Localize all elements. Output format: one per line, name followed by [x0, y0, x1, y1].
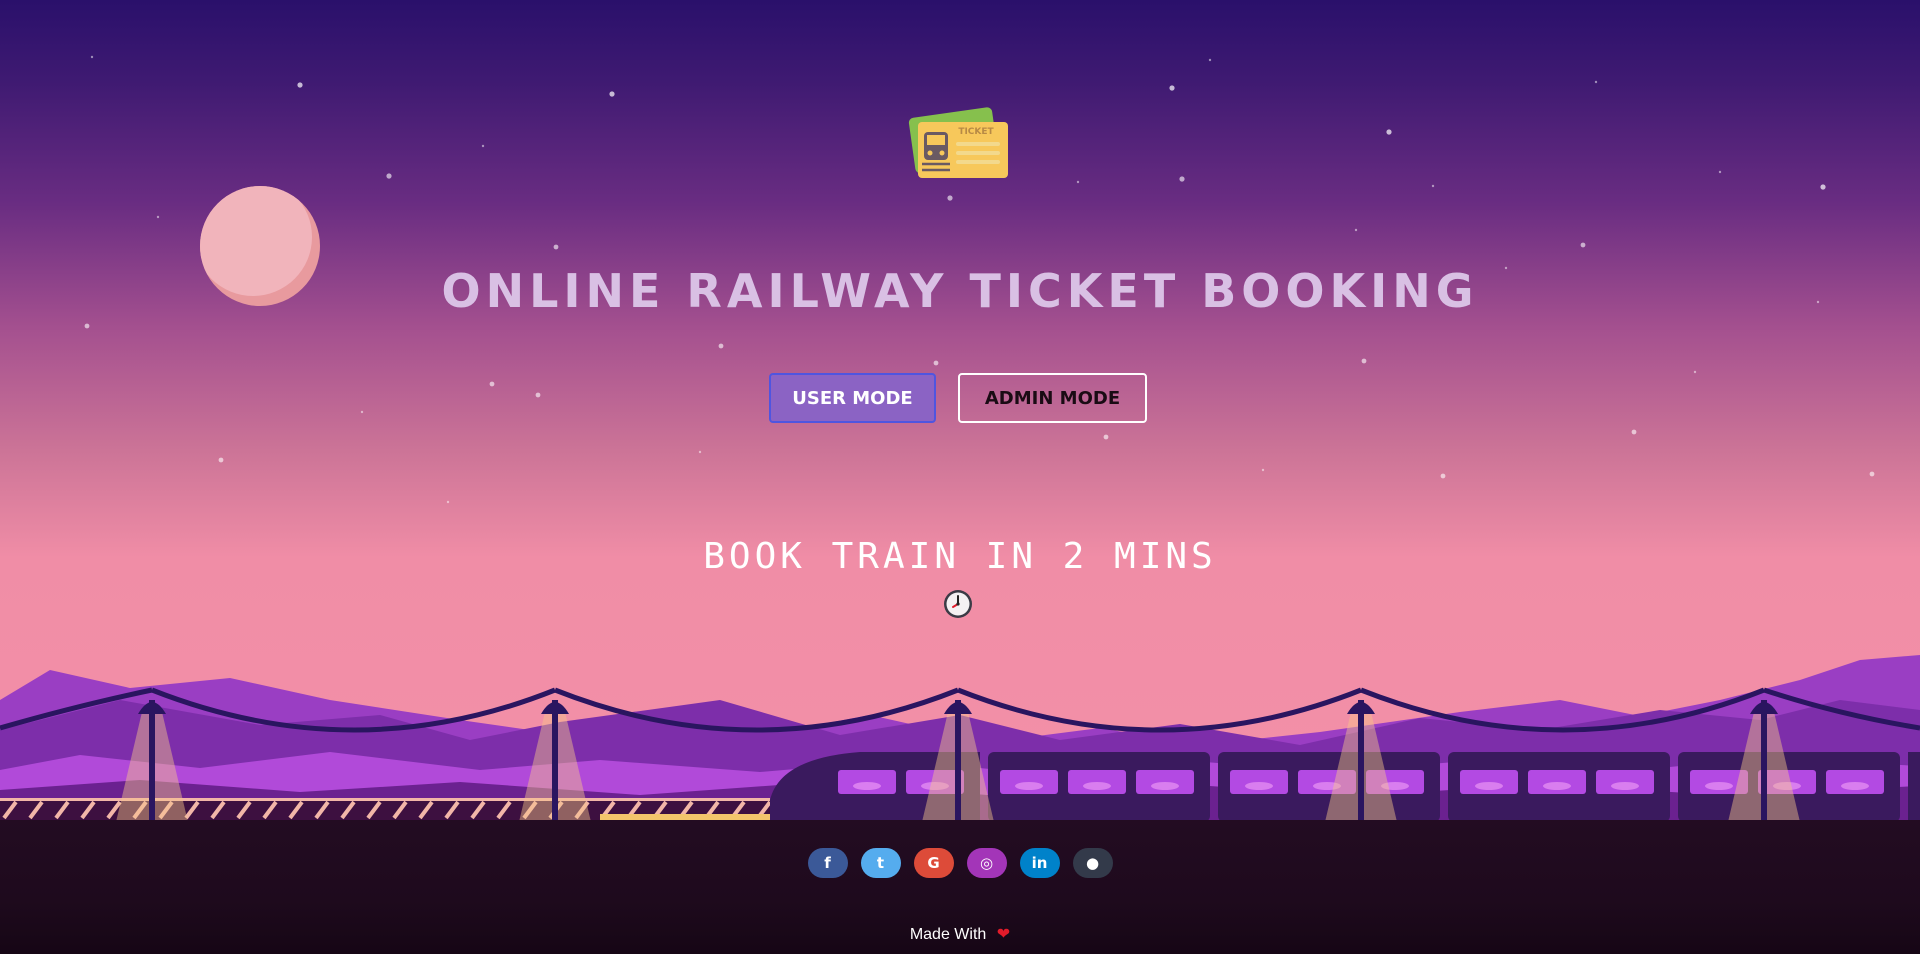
hero-section: TICKET ONLINE RAILWAY TICKET BOOKING USE…	[0, 0, 1920, 820]
footer: f t G ◎ in ● Made With ❤	[0, 820, 1920, 954]
linkedin-icon[interactable]: in	[1019, 848, 1060, 878]
facebook-icon[interactable]: f	[807, 848, 848, 878]
admin-mode-button[interactable]: ADMIN MODE	[958, 373, 1147, 423]
twitter-icon[interactable]: t	[860, 848, 901, 878]
ticket-label: TICKET	[958, 127, 994, 137]
train-scene	[0, 655, 1920, 820]
heart-icon: ❤	[996, 926, 1011, 943]
tagline: BOOK TRAIN IN 2 MINS	[703, 536, 1217, 577]
user-mode-button[interactable]: USER MODE	[769, 373, 936, 423]
clock-icon	[944, 590, 972, 618]
github-icon[interactable]: ●	[1072, 848, 1113, 878]
made-with-credit: Made With ❤	[0, 924, 1920, 944]
page-title: ONLINE RAILWAY TICKET BOOKING	[441, 264, 1479, 318]
instagram-icon[interactable]: ◎	[966, 848, 1007, 878]
social-links: f t G ◎ in ●	[0, 848, 1920, 878]
mode-buttons: USER MODE ADMIN MODE	[0, 373, 1920, 423]
made-with-text: Made With	[909, 926, 987, 943]
ticket-icon: TICKET	[908, 107, 1008, 178]
google-icon[interactable]: G	[913, 848, 954, 878]
